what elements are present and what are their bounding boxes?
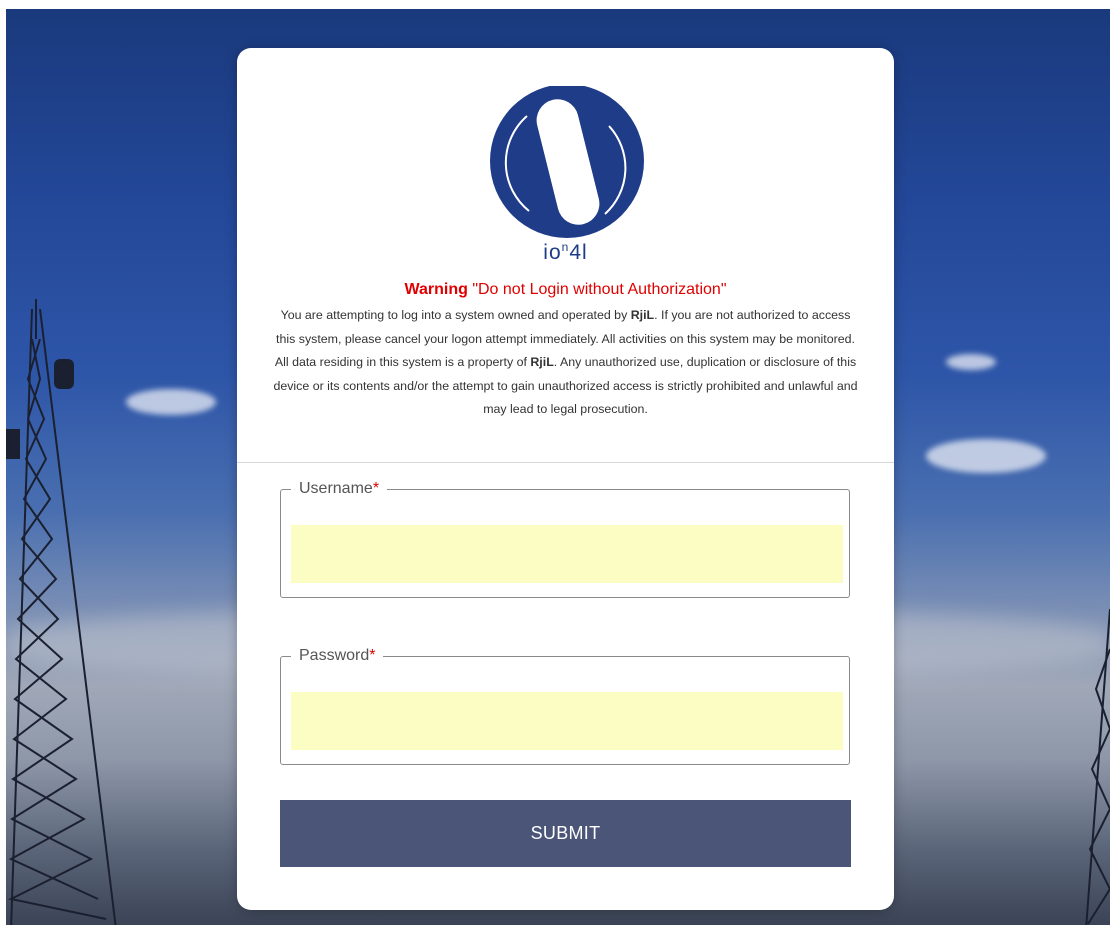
warning-text-part: You are attempting to log into a system … [280,308,631,322]
warning-message: You are attempting to log into a system … [271,304,860,422]
username-label: Username* [291,480,387,498]
password-label-text: Password [299,647,370,664]
company-name: RjiL [530,355,554,369]
submit-button[interactable]: SUBMIT [280,800,851,867]
divider [237,462,894,463]
login-card: ion4l Warning "Do not Login without Auth… [237,48,894,910]
password-label: Password* [291,647,383,665]
telecom-tower-right [1085,609,1110,925]
background-cloud [126,389,216,415]
brand-name-tail: 4l [569,241,588,264]
telecom-tower-left [6,299,117,925]
password-fieldset: Password* [280,647,850,765]
ion4l-logo-icon [487,84,647,256]
username-label-text: Username [299,480,373,497]
background-cloud [946,354,996,370]
brand-name: ion4l [237,240,894,265]
logo-circle-icon [490,84,644,238]
password-input[interactable] [291,692,843,750]
username-fieldset: Username* [280,480,850,598]
username-input[interactable] [291,525,843,583]
company-name: RjiL [630,308,655,322]
warning-title-text: "Do not Login without Authorization" [467,281,727,298]
required-mark: * [369,647,376,664]
required-mark: * [372,480,380,497]
warning-title-strong: Warning [404,281,468,298]
warning-title: Warning "Do not Login without Authorizat… [237,281,894,299]
background-cloud [926,439,1046,473]
brand-name-main: io [543,241,562,264]
